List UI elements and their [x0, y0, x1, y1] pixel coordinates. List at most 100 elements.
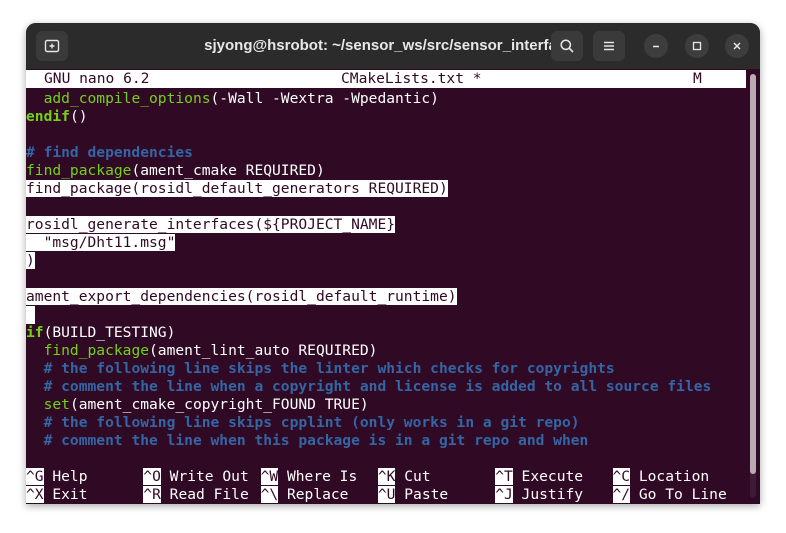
- help-item: ^W Where Is: [260, 468, 358, 486]
- help-shortcut-label: Execute: [512, 468, 584, 485]
- help-shortcut-key: ^G: [26, 468, 44, 485]
- nano-modified-flag: M: [693, 70, 702, 87]
- close-icon: [733, 42, 741, 50]
- help-shortcut-key: ^/: [612, 486, 631, 503]
- code-segment: (-Wall -Wextra -Wpedantic): [210, 90, 439, 107]
- nano-header-bar: GNU nano 6.2 CMakeLists.txt * M: [26, 70, 746, 88]
- code-segment: set: [43, 396, 70, 413]
- help-shortcut-label: Exit: [43, 486, 88, 503]
- help-bar-row-2: ^X Exit ^R Read File ^\ Replace ^U Paste ^J …: [26, 486, 746, 504]
- code-line: find_package(ament_cmake REQUIRED): [26, 162, 325, 180]
- code-line: find_package(rosidl_default_generators R…: [26, 180, 448, 198]
- help-shortcut-key: ^\: [260, 486, 279, 503]
- code-line: # the following line skips the linter wh…: [26, 360, 615, 378]
- code-line: endif(): [26, 108, 88, 126]
- code-line: "msg/Dht11.msg": [26, 234, 176, 252]
- help-shortcut-label: Replace: [278, 486, 349, 503]
- help-item: ^T Execute: [495, 468, 583, 486]
- code-segment: "msg/Dht11.msg": [26, 234, 176, 251]
- code-segment: # the following line skips the linter wh…: [43, 360, 615, 377]
- help-shortcut-key: ^C: [612, 468, 631, 485]
- nano-filename: CMakeLists.txt *: [341, 70, 482, 87]
- code-line: rosidl_generate_interfaces(${PROJECT_NAM…: [26, 216, 396, 234]
- help-shortcut-label: Write Out: [160, 468, 249, 485]
- menu-button[interactable]: [593, 31, 625, 61]
- code-segment: ): [26, 252, 35, 269]
- text-cursor: [26, 306, 35, 324]
- code-line: if(BUILD_TESTING): [26, 324, 175, 342]
- code-segment: rosidl_generate_interfaces(${PROJECT_NAM…: [26, 216, 396, 233]
- search-button[interactable]: [551, 31, 583, 61]
- scrollbar-thumb[interactable]: [750, 74, 756, 474]
- help-shortcut-key: ^W: [260, 468, 279, 485]
- hamburger-menu-icon: [604, 41, 614, 51]
- code-segment: # the following line skips cpplint (only…: [43, 414, 580, 431]
- help-shortcut-label: Go To Line: [630, 486, 727, 503]
- help-shortcut-label: Justify: [512, 486, 584, 503]
- help-shortcut-key: ^X: [26, 486, 44, 503]
- help-bar-row-1: ^G Help ^O Write Out ^W Where Is ^K Cut ^T E…: [26, 468, 746, 486]
- help-shortcut-label: Help: [43, 468, 88, 485]
- help-shortcut-label: Read File: [160, 486, 249, 503]
- code-line: set(ament_cmake_copyright_FOUND TRUE): [26, 396, 369, 414]
- code-segment: if: [26, 324, 44, 341]
- help-shortcut-key: ^U: [377, 486, 396, 503]
- help-shortcut-label: Paste: [395, 486, 449, 503]
- help-item: ^R Read File: [143, 486, 249, 504]
- help-shortcut-key: ^J: [495, 486, 513, 503]
- code-line: [26, 306, 35, 324]
- code-line: ): [26, 252, 35, 270]
- help-shortcut-label: Where Is: [278, 468, 358, 485]
- help-item: ^K Cut: [377, 468, 431, 486]
- code-segment: endif: [26, 108, 70, 125]
- minimize-button[interactable]: [644, 34, 668, 58]
- code-segment: # comment the line when a copyright and …: [43, 378, 712, 395]
- help-shortcut-label: Cut: [395, 468, 431, 485]
- code-line: # find dependencies: [26, 144, 193, 162]
- help-item: ^C Location: [612, 468, 710, 486]
- scrollbar[interactable]: [750, 74, 756, 498]
- help-shortcut-key: ^O: [143, 468, 161, 485]
- help-item: ^J Justify: [495, 486, 583, 504]
- terminal-content[interactable]: GNU nano 6.2 CMakeLists.txt * M add_comp…: [26, 70, 746, 504]
- nano-version: GNU nano 6.2: [44, 70, 150, 87]
- code-segment: (): [69, 108, 88, 125]
- code-segment: (ament_cmake_copyright_FOUND TRUE): [69, 396, 369, 413]
- code-segment: find_package: [43, 342, 150, 359]
- help-shortcut-key: ^T: [495, 468, 513, 485]
- help-item: ^/ Go To Line: [612, 486, 727, 504]
- code-line: # the following line skips cpplint (only…: [26, 414, 580, 432]
- code-line: find_package(ament_lint_auto REQUIRED): [26, 342, 378, 360]
- code-segment: (ament_lint_auto REQUIRED): [149, 342, 378, 359]
- code-segment: ament_export_dependencies(rosidl_default…: [26, 288, 457, 305]
- help-item: ^U Paste: [377, 486, 449, 504]
- help-shortcut-label: Location: [630, 468, 710, 485]
- code-line: # comment the line when this package is …: [26, 432, 589, 450]
- code-line: # comment the line when a copyright and …: [26, 378, 712, 396]
- help-item: ^X Exit: [26, 486, 88, 504]
- minimize-icon: [653, 45, 659, 48]
- terminal-window: sjyong@hsrobot: ~/sensor_ws/src/sensor_i…: [26, 23, 760, 504]
- new-tab-button[interactable]: [36, 31, 68, 61]
- new-tab-icon: [44, 39, 60, 53]
- close-button[interactable]: [725, 34, 749, 58]
- maximize-button[interactable]: [685, 34, 709, 58]
- help-shortcut-key: ^K: [377, 468, 396, 485]
- search-icon: [560, 39, 574, 53]
- help-item: ^\ Replace: [260, 486, 349, 504]
- code-line: add_compile_options(-Wall -Wextra -Wpeda…: [26, 90, 439, 108]
- code-segment: find_package: [26, 162, 132, 179]
- code-segment: add_compile_options: [43, 90, 211, 107]
- title-bar[interactable]: sjyong@hsrobot: ~/sensor_ws/src/sensor_i…: [26, 23, 760, 69]
- code-segment: # find dependencies: [26, 144, 193, 161]
- help-shortcut-key: ^R: [143, 486, 161, 503]
- maximize-icon: [692, 41, 702, 51]
- code-line: ament_export_dependencies(rosidl_default…: [26, 288, 457, 306]
